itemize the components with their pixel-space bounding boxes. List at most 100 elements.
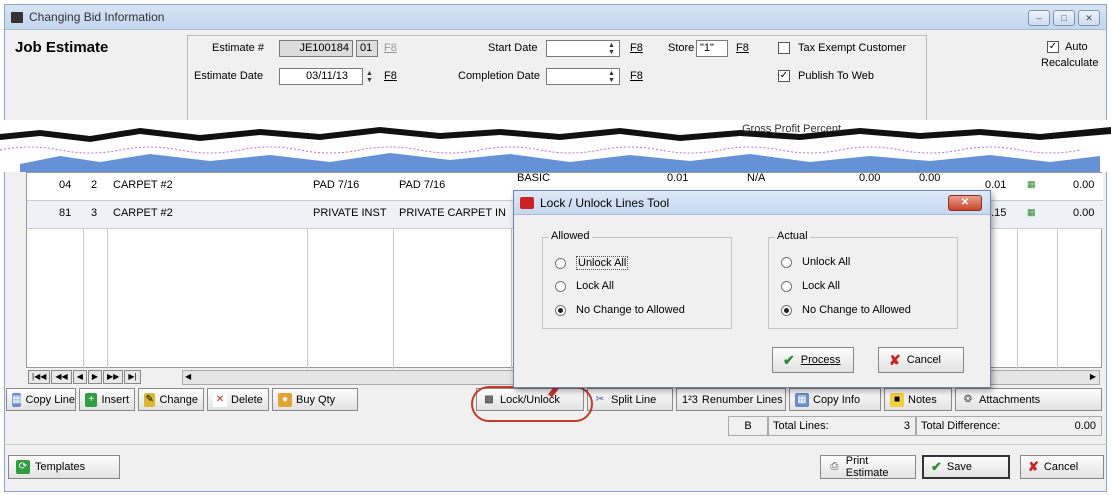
line-description: PRIVATE CARPET IN (399, 207, 506, 219)
minimize-button[interactable]: – (1028, 10, 1050, 26)
delete-label: Delete (231, 393, 263, 406)
line-number: 3 (91, 207, 98, 219)
process-label: Process (800, 354, 841, 366)
print-estimate-button[interactable]: ⎙ Print Estimate (820, 455, 916, 479)
allowed-unlock-all-label: Unlock All (576, 256, 629, 270)
footer-bar: ⟳ Templates ⎙ Print Estimate ✔ Save ✘ Ca… (4, 444, 1107, 486)
process-button[interactable]: ✔ Process (772, 347, 854, 373)
save-label: Save (946, 461, 972, 473)
tool-icon (520, 196, 534, 209)
line-number: 2 (91, 179, 98, 191)
estimate-date-field[interactable]: 03/11/13 (279, 68, 363, 85)
dialog-titlebar: Lock / Unlock Lines Tool (514, 191, 990, 215)
insert-label: Insert (101, 393, 129, 406)
cancel-label: Cancel (1043, 461, 1079, 473)
line-difference: 0.00 (1073, 179, 1095, 191)
torn-fragment-text: Gross Profit Percent (742, 123, 841, 135)
paperclip-icon: ❂ (963, 393, 973, 405)
recalculate-label: Recalculate (1041, 57, 1099, 69)
line-code: 04 (59, 179, 72, 191)
start-date-f8-button[interactable]: F8 (630, 42, 643, 54)
start-date-spin[interactable]: ▲ ▼ (608, 42, 618, 57)
allowed-group: Allowed Unlock All Lock All No Change to… (542, 230, 732, 329)
estimate-date-spin[interactable]: ▲ ▼ (366, 70, 376, 85)
completion-date-f8-button[interactable]: F8 (630, 70, 643, 82)
next-page-button[interactable]: ▶▶ (103, 370, 124, 384)
cancel-button[interactable]: ✘ Cancel (1020, 455, 1104, 479)
actual-group: Actual Unlock All Lock All No Change to … (768, 230, 958, 329)
grid-navigator: |◀◀ ◀◀ ◀ ▶ ▶▶ ▶| (28, 370, 142, 384)
line-code: 81 (59, 207, 72, 219)
scroll-left-icon[interactable]: ◀ (185, 372, 191, 381)
copy-line-label: Copy Line (25, 393, 75, 406)
copy-icon: ▦ (12, 392, 22, 407)
completion-date-label: Completion Date (458, 70, 540, 82)
insert-icon: + (85, 392, 98, 407)
actual-lock-all-radio[interactable]: Lock All (781, 280, 840, 292)
copy-info-button[interactable]: ▦ Copy Info (789, 388, 881, 411)
first-record-button[interactable]: |◀◀ (28, 370, 51, 384)
store-field[interactable]: "1" (696, 40, 728, 57)
allowed-group-title: Allowed (549, 230, 592, 242)
radio-icon (781, 256, 792, 268)
estimate-panel: Estimate # JE100184 01 F8 Estimate Date … (187, 35, 927, 121)
total-difference-value: 0.00 (1074, 420, 1096, 432)
renumber-label: Renumber Lines (701, 393, 783, 406)
next-record-button[interactable]: ▶ (87, 370, 103, 384)
scroll-right-icon[interactable]: ▶ (1090, 372, 1096, 381)
row-status-icon: ▦ (1027, 207, 1036, 217)
last-record-button[interactable]: ▶| (124, 370, 141, 384)
printer-icon: ⎙ (830, 461, 839, 472)
actual-unlock-all-label: Unlock All (802, 256, 851, 268)
app-icon (11, 11, 23, 23)
line-description: PAD 7/16 (399, 179, 446, 191)
renumber-lines-button[interactable]: 1²3 Renumber Lines (676, 388, 786, 411)
checkmark-icon: ✔ (783, 351, 795, 368)
auto-label: Auto (1065, 41, 1088, 53)
completion-date-spin[interactable]: ▲ ▼ (608, 70, 618, 85)
publish-label: Publish To Web (798, 70, 875, 82)
delete-icon: ✕ (213, 392, 227, 407)
dialog-cancel-button[interactable]: ✘ Cancel (878, 347, 964, 373)
copy-line-button[interactable]: ▦ Copy Line (6, 388, 76, 411)
change-button[interactable]: ✎ Change (138, 388, 204, 411)
cancel-x-icon: ✘ (1028, 459, 1039, 474)
allowed-unlock-all-radio[interactable]: Unlock All (555, 256, 629, 270)
change-label: Change (159, 393, 198, 406)
buy-qty-label: Buy Qty (296, 393, 336, 406)
notes-button[interactable]: ■ Notes (884, 388, 952, 411)
allowed-lock-all-radio[interactable]: Lock All (555, 280, 614, 292)
dialog-close-button[interactable]: ✕ (948, 195, 982, 211)
radio-selected-icon (555, 304, 566, 316)
insert-button[interactable]: + Insert (79, 388, 135, 411)
estimate-date-f8-button[interactable]: F8 (384, 70, 397, 82)
prev-page-button[interactable]: ◀◀ (51, 370, 72, 384)
cancel-x-icon: ✘ (889, 351, 901, 368)
allowed-no-change-radio[interactable]: No Change to Allowed (555, 304, 685, 316)
buy-qty-button[interactable]: ● Buy Qty (272, 388, 358, 411)
radio-icon (781, 280, 792, 292)
store-f8-button[interactable]: F8 (736, 42, 749, 54)
row-status-icon: ▦ (1027, 179, 1036, 189)
delete-button[interactable]: ✕ Delete (207, 388, 269, 411)
line-item: PAD 7/16 (313, 179, 360, 191)
maximize-button[interactable]: □ (1053, 10, 1075, 26)
line-price: 0.00 (859, 172, 881, 184)
actual-unlock-all-radio[interactable]: Unlock All (781, 256, 850, 268)
estimate-suffix-field: 01 (356, 40, 378, 57)
estimate-f8-button[interactable]: F8 (384, 42, 397, 54)
prev-record-button[interactable]: ◀ (72, 370, 87, 384)
attachments-button[interactable]: ❂ Attachments (955, 388, 1102, 411)
actual-no-change-label: No Change to Allowed (802, 304, 911, 316)
publish-checkbox[interactable]: ✓ (778, 70, 790, 82)
buy-qty-icon: ● (278, 392, 292, 407)
save-button[interactable]: ✔ Save (922, 455, 1010, 479)
tax-exempt-checkbox[interactable] (778, 42, 790, 54)
line-item: PRIVATE INST (313, 207, 387, 219)
close-button[interactable]: ✕ (1078, 10, 1100, 26)
templates-button[interactable]: ⟳ Templates (8, 455, 120, 479)
auto-recalc-checkbox[interactable]: ✓ (1047, 41, 1059, 53)
checkmark-icon: ✔ (931, 459, 942, 474)
actual-no-change-radio[interactable]: No Change to Allowed (781, 304, 911, 316)
line-qty: 0.01 (667, 172, 689, 184)
